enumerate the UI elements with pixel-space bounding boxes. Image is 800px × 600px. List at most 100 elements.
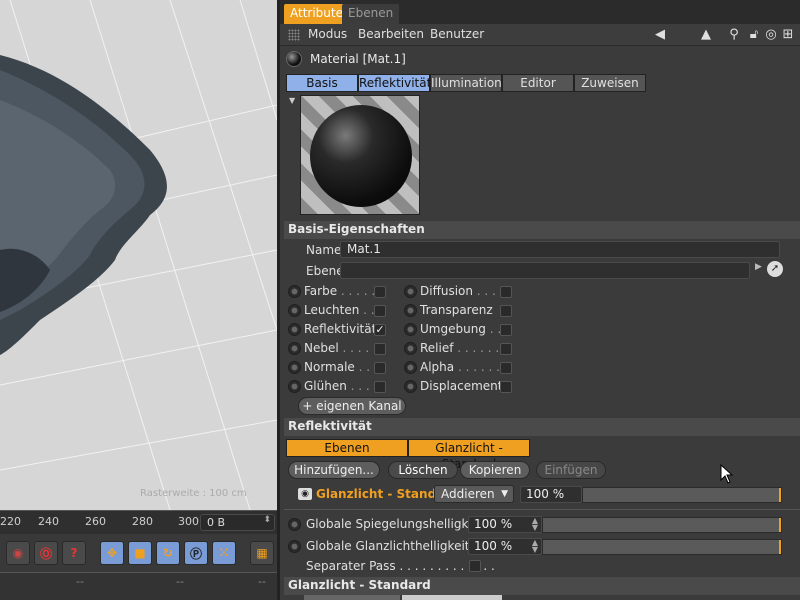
eye-icon[interactable]: ◉ bbox=[298, 488, 312, 500]
section-specular-standard[interactable]: Glanzlicht - Standard bbox=[284, 577, 800, 595]
autokey-icon[interactable]: Ⓞ bbox=[34, 541, 58, 565]
channel-checkbox[interactable] bbox=[500, 362, 512, 374]
dots-icon[interactable]: ⁙ bbox=[212, 541, 236, 565]
up-arrow-icon[interactable]: ▲ bbox=[698, 27, 714, 43]
lock-icon[interactable]: 🔓︎ bbox=[746, 27, 762, 43]
channel-checkbox[interactable] bbox=[500, 305, 512, 317]
section-basis-properties[interactable]: Basis-Eigenschaften bbox=[284, 221, 800, 239]
channel-name: Leuchten bbox=[304, 303, 360, 317]
channel-radio[interactable] bbox=[288, 323, 301, 336]
rotate-icon[interactable]: ↻ bbox=[156, 541, 180, 565]
channel-checkbox[interactable] bbox=[374, 305, 386, 317]
dropdown-arrow-icon[interactable]: ▶ bbox=[755, 262, 762, 272]
delete-layer-button[interactable]: Löschen bbox=[388, 461, 458, 479]
channel-checkbox[interactable] bbox=[374, 286, 386, 298]
channel-checkbox[interactable] bbox=[500, 324, 512, 336]
stepper-icon[interactable]: ⬍ bbox=[263, 515, 271, 525]
status-bar: -- -- -- bbox=[0, 572, 277, 600]
channel-radio[interactable] bbox=[288, 285, 301, 298]
channel-radio[interactable] bbox=[404, 342, 417, 355]
scale-icon[interactable]: ■ bbox=[128, 541, 152, 565]
channel-checkbox[interactable] bbox=[500, 381, 512, 393]
back-arrow-icon[interactable]: ◀ bbox=[652, 27, 668, 43]
channel-checkbox[interactable] bbox=[374, 362, 386, 374]
channel-radio[interactable] bbox=[404, 323, 417, 336]
stepper-icon[interactable]: ▲ ▼ bbox=[532, 539, 538, 554]
stepper-icon[interactable]: ▲ ▼ bbox=[532, 517, 538, 532]
paste-layer-button[interactable]: Einfügen bbox=[536, 461, 606, 479]
channel-checkbox[interactable] bbox=[374, 343, 386, 355]
channel-radio[interactable] bbox=[404, 380, 417, 393]
blend-mode-dropdown[interactable]: Addieren ▼ bbox=[434, 485, 514, 503]
timeline-ruler[interactable]: 220 240 260 280 300 0 B ⬍ bbox=[0, 510, 277, 534]
global-specular-slider[interactable] bbox=[542, 539, 782, 555]
global-reflection-value: 100 % bbox=[474, 517, 513, 531]
channel-radio[interactable] bbox=[404, 304, 417, 317]
add-layer-button[interactable]: Hinzufügen... bbox=[288, 461, 380, 479]
status-dash: -- bbox=[258, 575, 266, 588]
channel-label: Relief . . . . . . . bbox=[420, 341, 507, 355]
object-header: Material [Mat.1] bbox=[280, 47, 800, 71]
global-reflection-field[interactable]: 100 % ▲ ▼ bbox=[468, 516, 542, 533]
name-field[interactable]: Mat.1 bbox=[340, 241, 780, 258]
channel-radio[interactable] bbox=[404, 285, 417, 298]
global-specular-radio[interactable] bbox=[288, 540, 301, 553]
layer-opacity-slider[interactable] bbox=[582, 487, 782, 503]
channel-checkbox[interactable] bbox=[500, 286, 512, 298]
record-icon[interactable]: ◉ bbox=[6, 541, 30, 565]
attribute-manager: Attribute Ebenen Modus Bearbeiten Benutz… bbox=[277, 0, 800, 600]
add-custom-channel-button[interactable]: + eigenen Kanal bbox=[298, 397, 406, 415]
channel-radio[interactable] bbox=[288, 361, 301, 374]
new-panel-icon[interactable]: ⊞ bbox=[780, 27, 796, 43]
material-preview[interactable] bbox=[300, 95, 420, 215]
tab-specular-standard[interactable]: Glanzlicht - Standard bbox=[408, 439, 530, 471]
subtab-illumination[interactable]: Illumination bbox=[430, 74, 502, 92]
channel-radio[interactable] bbox=[404, 361, 417, 374]
transport-toolbar: ◉ Ⓞ ? ✥ ■ ↻ Ⓟ ⁙ ▦ bbox=[0, 534, 277, 572]
search-icon[interactable]: ⚲ bbox=[726, 27, 742, 43]
menu-benutzer[interactable]: Benutzer bbox=[430, 27, 484, 41]
menu-bar: Modus Bearbeiten Benutzer ◀ ▲ ⚲ 🔓︎ ◎ ⊞ bbox=[280, 24, 800, 46]
channel-dots: . . . . . . . bbox=[453, 341, 507, 355]
separate-pass-checkbox[interactable] bbox=[469, 560, 481, 572]
collapse-arrow-icon[interactable]: ▼ bbox=[289, 96, 295, 105]
copy-layer-button[interactable]: Kopieren bbox=[460, 461, 530, 479]
subtab-reflektivitaet[interactable]: Reflektivität bbox=[358, 74, 431, 92]
channel-dots: . . bbox=[485, 322, 502, 336]
subtab-zuweisen[interactable]: Zuweisen bbox=[574, 74, 646, 92]
memory-value: 0 B bbox=[207, 516, 226, 529]
layer-opacity-field[interactable]: 100 % bbox=[520, 486, 582, 503]
3d-viewport[interactable]: Rasterweite : 100 cm bbox=[0, 0, 277, 510]
channel-radio[interactable] bbox=[288, 380, 301, 393]
help-icon[interactable]: ? bbox=[62, 541, 86, 565]
global-specular-field[interactable]: 100 % ▲ ▼ bbox=[468, 538, 542, 555]
p-icon[interactable]: Ⓟ bbox=[184, 541, 208, 565]
memory-field[interactable]: 0 B ⬍ bbox=[200, 514, 275, 531]
tab-ebenen[interactable]: Ebenen bbox=[342, 4, 400, 24]
layer-field[interactable] bbox=[340, 262, 750, 279]
mouse-pointer-icon bbox=[720, 464, 734, 484]
grip-icon[interactable] bbox=[288, 29, 300, 41]
move-icon[interactable]: ✥ bbox=[100, 541, 124, 565]
channel-radio[interactable] bbox=[288, 304, 301, 317]
pick-arrow-icon[interactable]: ➚ bbox=[767, 261, 783, 277]
channel-radio[interactable] bbox=[288, 342, 301, 355]
viewport-scene bbox=[0, 0, 277, 510]
channel-label: Transparenz bbox=[420, 303, 493, 317]
subtab-basis[interactable]: Basis bbox=[286, 74, 358, 92]
section-reflectance[interactable]: Reflektivität bbox=[284, 418, 800, 436]
global-reflection-slider[interactable] bbox=[542, 517, 782, 533]
tab-layers[interactable]: Ebenen bbox=[286, 439, 408, 457]
menu-modus[interactable]: Modus bbox=[308, 27, 347, 41]
slider-fill bbox=[779, 540, 781, 554]
menu-bearbeiten[interactable]: Bearbeiten bbox=[358, 27, 424, 41]
global-reflection-radio[interactable] bbox=[288, 518, 301, 531]
channel-checkbox[interactable] bbox=[374, 381, 386, 393]
channel-label: Diffusion . . . . bbox=[420, 284, 504, 298]
tab-attribute[interactable]: Attribute bbox=[284, 4, 349, 24]
film-icon[interactable]: ▦ bbox=[250, 541, 274, 565]
target-icon[interactable]: ◎ bbox=[763, 27, 779, 43]
channel-checkbox[interactable] bbox=[500, 343, 512, 355]
subtab-editor[interactable]: Editor bbox=[502, 74, 574, 92]
channel-checkbox[interactable]: ✓ bbox=[374, 324, 386, 336]
